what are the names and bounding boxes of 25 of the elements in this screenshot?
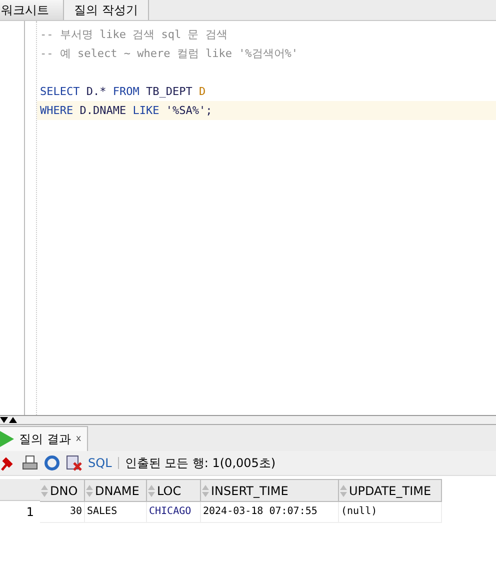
grid-corner [0,479,40,501]
table-cell: 30 [40,502,85,523]
column-header[interactable]: DNO [40,479,85,502]
delete-icon[interactable] [66,455,82,471]
column-header[interactable]: UPDATE_TIME [339,479,442,502]
results-tab[interactable]: 질의 결과 x [0,426,88,451]
play-icon [0,431,14,447]
table-cell: (null) [339,502,442,523]
table-cell: CHICAGO [147,502,201,523]
editor-tab[interactable]: 질의 작성기 [64,0,149,20]
print-icon[interactable] [22,455,38,471]
collapse-icon[interactable] [0,417,18,423]
column-header[interactable]: LOC [147,479,201,502]
code-line: -- 예 select ~ where 컬럼 like '%검색어%' [39,46,300,62]
column-header[interactable]: INSERT_TIME [201,479,339,502]
table-cell: 2024-03-18 07:07:55 [201,502,339,523]
table-cell: SALES [85,502,147,523]
editor-tab[interactable]: 워크시트 [0,0,64,20]
sql-link[interactable]: SQL [88,456,112,470]
fetch-status: 인출된 모든 행: 1(0,005초) [124,454,276,472]
row-number: 1 [25,504,35,521]
close-icon[interactable]: x [76,434,82,444]
code-line: -- 부서명 like 검색 sql 문 검색 [39,27,228,43]
code-line: SELECT D.* FROM TB_DEPT D [39,84,207,100]
column-header[interactable]: DNAME [85,479,147,502]
